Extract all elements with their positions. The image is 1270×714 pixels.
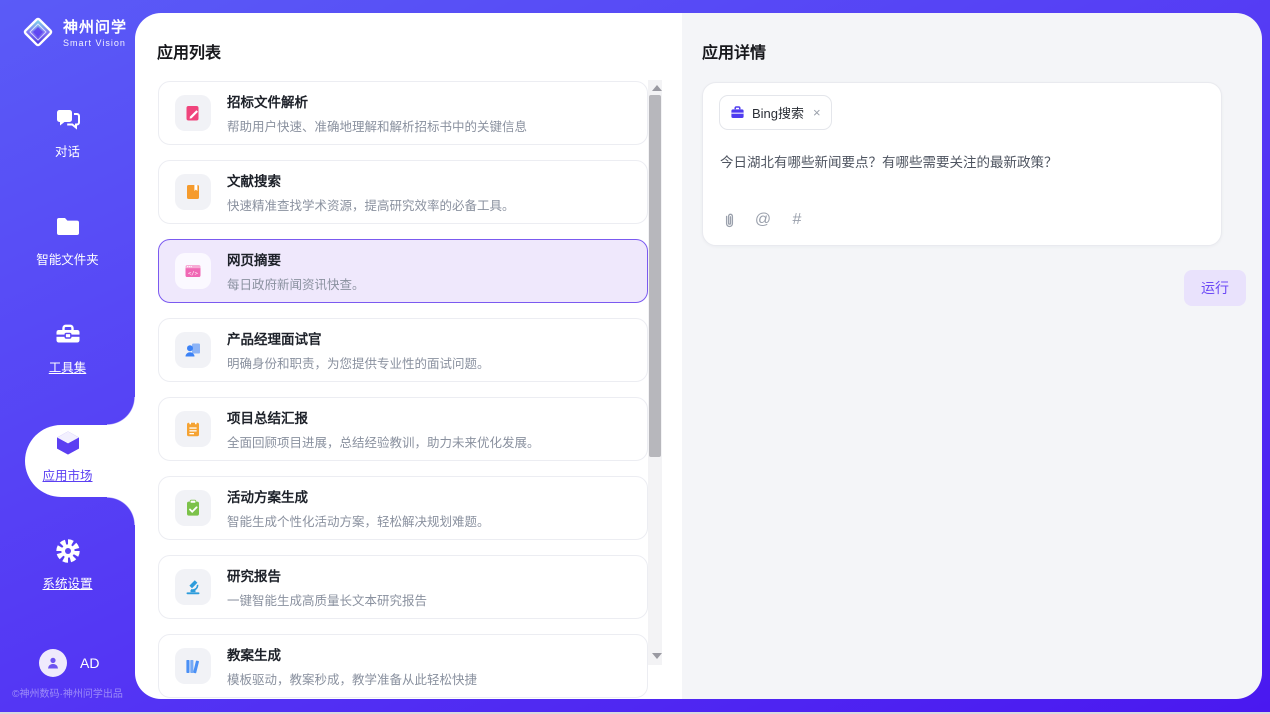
sidebar-item-toolbox[interactable]: 工具集	[0, 320, 135, 386]
user-icon	[45, 655, 61, 671]
app-card-description: 帮助用户快速、准确地理解和解析招标书中的关键信息	[227, 116, 527, 135]
sidebar-footer: ©神州数码·神州问学出品	[0, 685, 135, 700]
app-card[interactable]: 招标文件解析 帮助用户快速、准确地理解和解析招标书中的关键信息	[158, 81, 648, 145]
brand-subtitle: Smart Vision	[63, 38, 127, 48]
cube-icon	[53, 428, 83, 458]
app-list-title: 应用列表	[157, 39, 221, 63]
scrollbar-down-arrow-icon[interactable]	[652, 653, 662, 659]
app-card-description: 智能生成个性化活动方案，轻松解决规划难题。	[227, 511, 490, 530]
app-card-title: 文献搜索	[227, 170, 515, 190]
app-detail-title: 应用详情	[702, 39, 766, 63]
folder-icon	[53, 212, 83, 242]
clipboard-check-icon	[175, 490, 211, 526]
sidebar-item-folder[interactable]: 智能文件夹	[0, 212, 135, 278]
chat-icon	[53, 104, 83, 134]
toolbox-icon	[53, 320, 83, 350]
pen-document-icon	[175, 95, 211, 131]
user-initials: AD	[80, 655, 99, 671]
app-list-panel: 应用列表 招标文件解析 帮助用户快速、准确地理解和解析招标书中的关键信息 文献搜…	[135, 13, 682, 699]
app-card-title: 活动方案生成	[227, 486, 490, 506]
brand-logo-icon	[20, 14, 56, 50]
run-button[interactable]: 运行	[1184, 270, 1246, 306]
books-icon	[175, 648, 211, 684]
app-card-description: 全面回顾项目进展，总结经验教训，助力未来优化发展。	[227, 432, 540, 451]
app-card[interactable]: 项目总结汇报 全面回顾项目进展，总结经验教训，助力未来优化发展。	[158, 397, 648, 461]
brand: 神州问学 Smart Vision	[20, 14, 127, 50]
interviewer-icon	[175, 332, 211, 368]
sidebar-item-label: 应用市场	[42, 469, 92, 483]
sidebar-item-chat[interactable]: 对话	[0, 104, 135, 170]
tool-tag-close-icon[interactable]: ×	[813, 105, 821, 120]
app-detail-panel: 应用详情 Bing搜索 × 今日湖北有哪些新闻要点？有哪些需要关注的最新政策？	[682, 13, 1262, 699]
scrollbar-thumb[interactable]	[649, 95, 661, 457]
active-nav-bubble-curve-top	[107, 397, 135, 425]
paperclip-icon[interactable]	[720, 211, 738, 229]
tool-tag-label: Bing搜索	[752, 103, 804, 122]
app-list: 招标文件解析 帮助用户快速、准确地理解和解析招标书中的关键信息 文献搜索 快速精…	[158, 81, 648, 699]
hash-topic-icon[interactable]: #	[788, 211, 806, 229]
user-chip[interactable]: AD	[39, 649, 99, 677]
tool-tag-bing-search[interactable]: Bing搜索 ×	[719, 95, 832, 130]
avatar	[39, 649, 67, 677]
browser-code-icon: </>	[175, 253, 211, 289]
brand-name: 神州问学	[63, 16, 127, 37]
active-nav-bubble-curve-bottom	[107, 497, 135, 525]
briefcase-icon	[730, 105, 745, 120]
app-card[interactable]: 教案生成 模板驱动，教案秒成，教学准备从此轻松快捷	[158, 634, 648, 698]
app-card-title: 产品经理面试官	[227, 328, 490, 348]
sidebar: 神州问学 Smart Vision 对话 智能文件夹 工具集 应用市场 系统设置	[0, 0, 135, 712]
app-card-description: 每日政府新闻资讯快查。	[227, 274, 365, 293]
app-card-title: 研究报告	[227, 565, 427, 585]
sidebar-item-label: 对话	[55, 145, 80, 159]
app-window: 神州问学 Smart Vision 对话 智能文件夹 工具集 应用市场 系统设置	[0, 0, 1270, 712]
app-card-title: 网页摘要	[227, 249, 365, 269]
book-icon	[175, 174, 211, 210]
app-card-title: 教案生成	[227, 644, 477, 664]
main-content: 应用列表 招标文件解析 帮助用户快速、准确地理解和解析招标书中的关键信息 文献搜…	[135, 13, 1262, 699]
app-card-description: 模板驱动，教案秒成，教学准备从此轻松快捷	[227, 669, 477, 688]
microscope-icon	[175, 569, 211, 605]
svg-text:</>: </>	[188, 271, 199, 277]
sidebar-item-gear[interactable]: 系统设置	[0, 536, 135, 602]
app-card[interactable]: 文献搜索 快速精准查找学术资源，提高研究效率的必备工具。	[158, 160, 648, 224]
sidebar-item-label: 智能文件夹	[36, 253, 99, 267]
at-mention-icon[interactable]: @	[754, 211, 772, 229]
app-card-description: 明确身份和职责，为您提供专业性的面试问题。	[227, 353, 490, 372]
prompt-card: Bing搜索 × 今日湖北有哪些新闻要点？有哪些需要关注的最新政策？ @ #	[702, 82, 1222, 246]
app-card[interactable]: 产品经理面试官 明确身份和职责，为您提供专业性的面试问题。	[158, 318, 648, 382]
sidebar-item-cube[interactable]: 应用市场	[0, 428, 135, 492]
sidebar-item-label: 工具集	[49, 361, 87, 375]
app-card[interactable]: </> 网页摘要 每日政府新闻资讯快查。	[158, 239, 648, 303]
app-card-title: 项目总结汇报	[227, 407, 540, 427]
scrollbar-up-arrow-icon[interactable]	[652, 85, 662, 91]
sidebar-item-label: 系统设置	[42, 577, 92, 591]
app-card-description: 一键智能生成高质量长文本研究报告	[227, 590, 427, 609]
app-card-description: 快速精准查找学术资源，提高研究效率的必备工具。	[227, 195, 515, 214]
gear-icon	[53, 536, 83, 566]
app-card[interactable]: 活动方案生成 智能生成个性化活动方案，轻松解决规划难题。	[158, 476, 648, 540]
attach-toolbar: @ #	[720, 211, 806, 229]
app-card-title: 招标文件解析	[227, 91, 527, 111]
app-card[interactable]: 研究报告 一键智能生成高质量长文本研究报告	[158, 555, 648, 619]
query-text[interactable]: 今日湖北有哪些新闻要点？有哪些需要关注的最新政策？	[720, 151, 1200, 171]
notepad-icon	[175, 411, 211, 447]
